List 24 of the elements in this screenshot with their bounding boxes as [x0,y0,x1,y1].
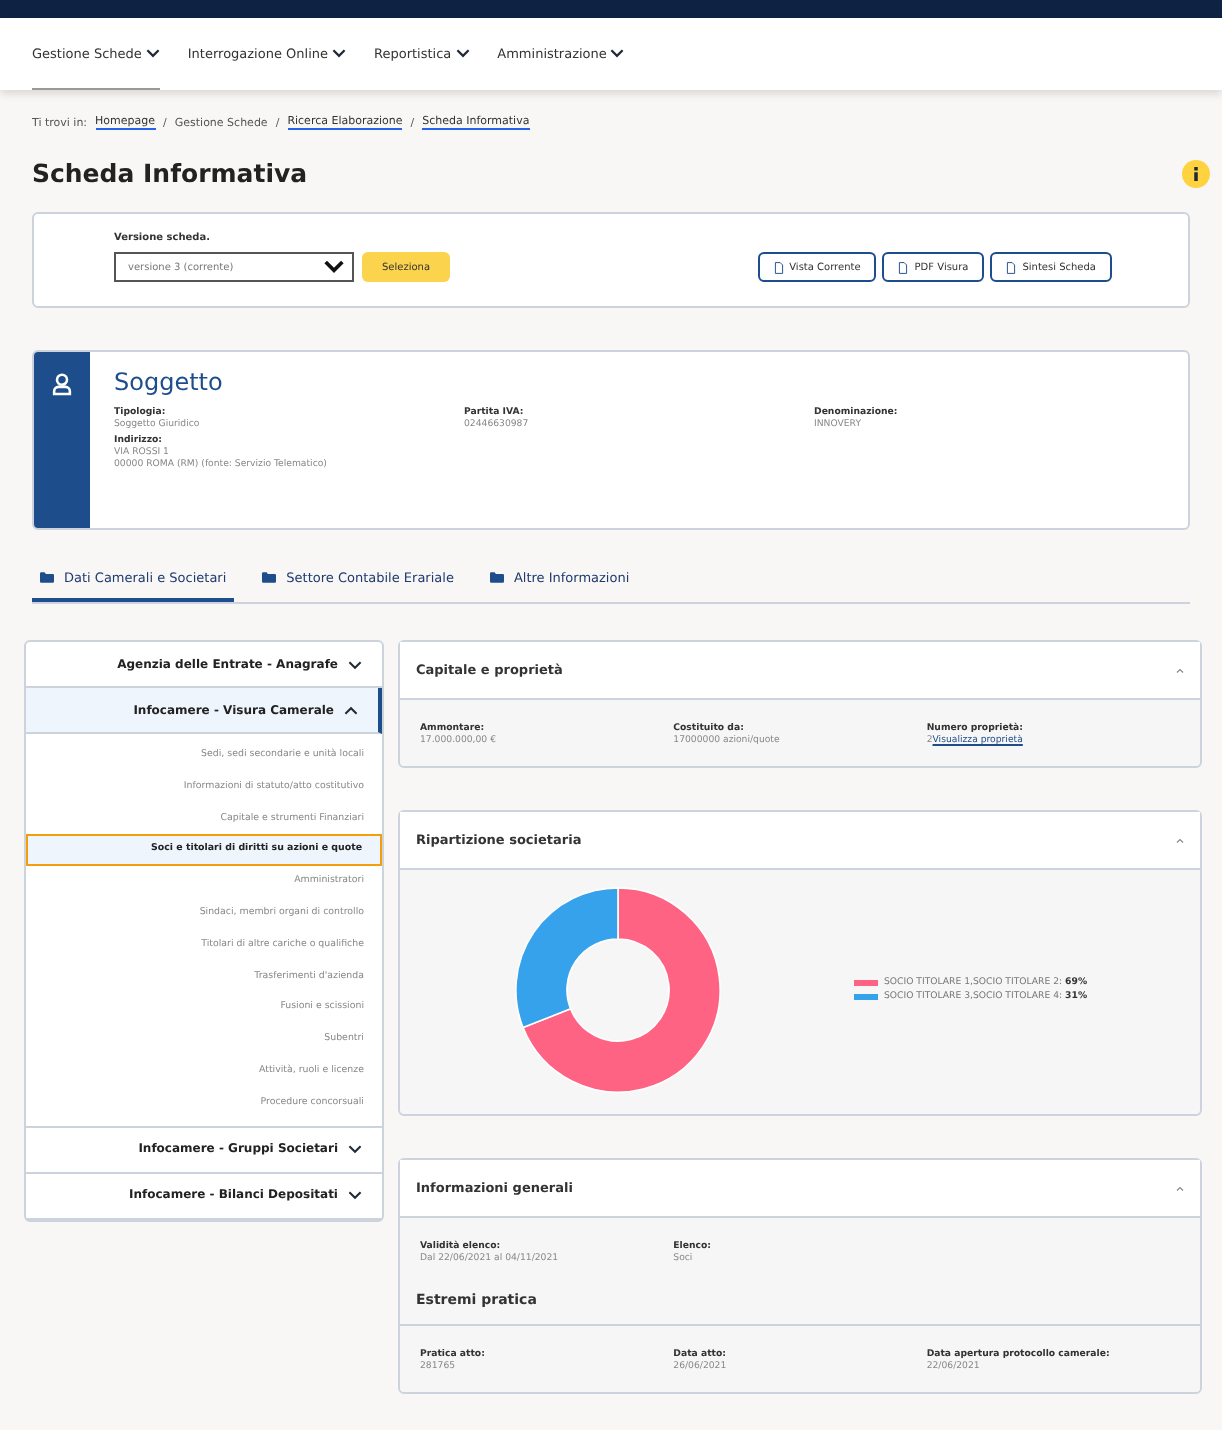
collapse-icon[interactable] [1176,667,1184,673]
collapse-icon[interactable] [1176,1185,1184,1191]
folder-icon [262,572,277,584]
chevron-down-icon [324,260,344,274]
chevron-down-icon [348,1190,362,1201]
chevron-down-icon [348,1144,362,1155]
document-icon [1006,261,1017,273]
chevron-down-icon [348,659,362,669]
chevron-up-icon [344,705,358,715]
legend-swatch [854,980,878,986]
folder-icon [40,572,54,584]
folder-icon [489,572,504,584]
document-icon [898,261,909,273]
collapse-icon[interactable] [1176,837,1184,843]
card-title: Soggetto [114,368,225,396]
chevron-down-icon [145,48,160,58]
document-icon [773,261,784,273]
legend-swatch [854,994,878,1000]
chevron-down-icon [610,48,625,58]
chevron-down-icon [455,48,470,58]
chevron-down-icon [332,48,346,58]
page-title: Scheda Informativa [32,158,308,188]
info-icon[interactable] [1182,159,1210,187]
user-icon [52,372,72,396]
